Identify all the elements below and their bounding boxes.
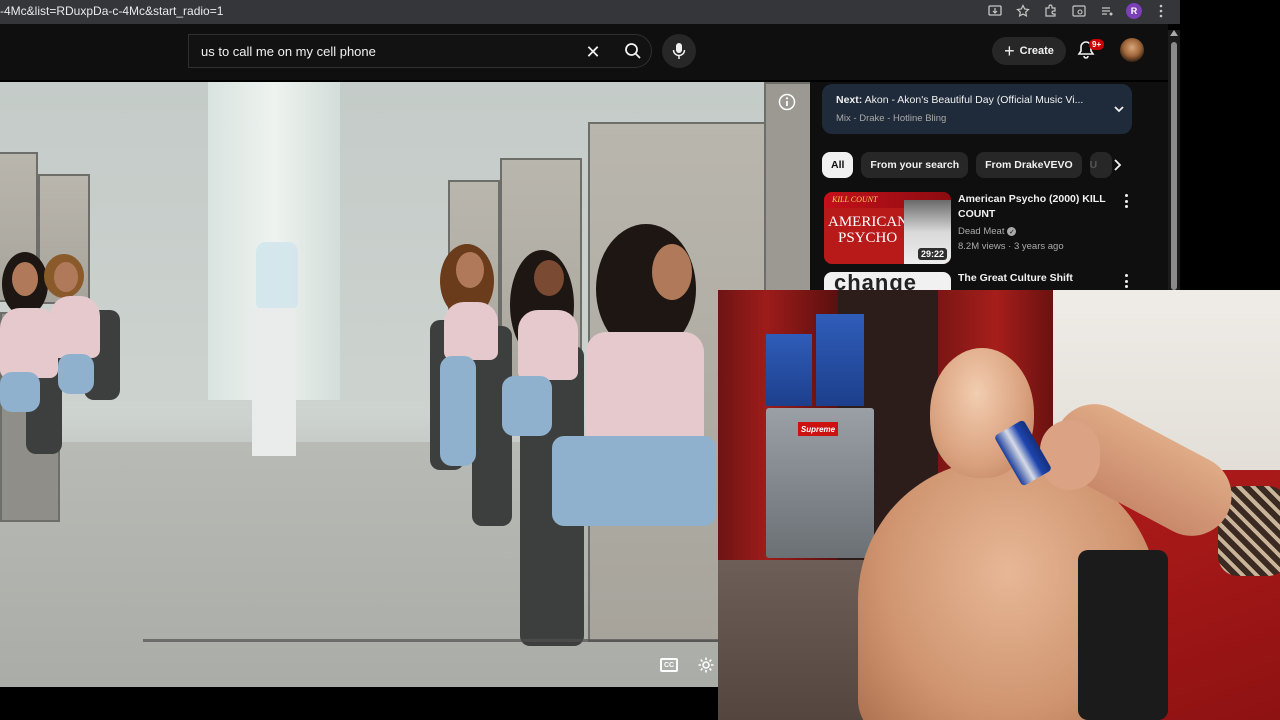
voice-search-button[interactable] [662,34,696,68]
chip-from-drakevevo[interactable]: From DrakeVEVO [976,152,1082,178]
video-title[interactable]: American Psycho (2000) KILL COUNT [958,192,1118,222]
bookmark-star-icon[interactable] [1014,2,1032,20]
info-icon [778,93,796,111]
verified-check-icon: ✓ [1007,227,1017,236]
browser-toolbar: -4Mc&list=RDuxpDa-c-4Mc&start_radio=1 R [0,0,1180,24]
chip-partial[interactable]: U [1089,152,1112,178]
more-actions-icon[interactable] [1120,272,1132,290]
search-icon [625,43,641,59]
profile-avatar[interactable]: R [1126,3,1142,19]
page-scrollbar[interactable] [1168,30,1180,290]
clear-search-icon[interactable]: ✕ [581,40,605,64]
view-count: 8.2M views [958,241,1006,252]
search-button[interactable] [613,35,653,67]
gear-icon [698,657,714,673]
video-thumbnail[interactable]: KILL COUNT AMERICAN PSYCHO 29:22 [824,192,951,264]
supreme-sticker: Supreme [798,422,838,436]
thumbnail-text: PSYCHO [838,230,898,246]
scrollbar-thumb[interactable] [1171,42,1177,290]
up-next-prefix: Next: [836,94,863,106]
microphone-icon [672,43,686,59]
more-actions-icon[interactable] [1120,192,1132,210]
up-next-video-title: Akon - Akon's Beautiful Day (Official Mu… [864,94,1084,106]
beer-case [816,314,864,406]
thumbnail-text: AMERICAN [828,214,909,230]
video-duration: 29:22 [917,248,947,260]
video-title[interactable]: The Great Culture Shift [958,272,1073,284]
beer-case [766,334,812,406]
chevron-down-icon[interactable] [1112,102,1126,116]
search-input[interactable]: us to call me on my cell phone [201,44,376,59]
thumbnail-logo-text: KILL COUNT [832,195,878,204]
browser-menu-icon[interactable] [1152,2,1170,20]
create-button[interactable]: + Create [992,37,1066,65]
dark-fabric [1078,550,1168,720]
video-thumbnail[interactable]: change [824,272,951,290]
up-next-title: Next: Akon - Akon's Beautiful Day (Offic… [836,94,1098,106]
info-button[interactable] [778,93,796,111]
install-app-icon[interactable] [986,2,1004,20]
thumbnail-text: change [834,272,918,290]
person-hand [1040,420,1100,490]
settings-button[interactable] [697,656,715,674]
plus-icon: + [1004,41,1015,61]
extensions-puzzle-icon[interactable] [1042,2,1060,20]
search-box[interactable]: us to call me on my cell phone ✕ [188,34,652,68]
webcam-overlay: Supreme [718,290,1280,720]
address-bar-url[interactable]: -4Mc&list=RDuxpDa-c-4Mc&start_radio=1 [0,4,223,18]
scroll-up-arrow-icon[interactable] [1170,30,1178,36]
right-margin [1180,0,1280,290]
create-label: Create [1019,45,1054,57]
water-cooler [252,308,296,456]
water-cooler-bottle [256,242,298,308]
secondary-panel: Next: Akon - Akon's Beautiful Day (Offic… [810,82,1168,290]
filter-chips: All From your search From DrakeVEVO U [822,152,1112,178]
video-meta: 8.2M views · 3 years ago [958,241,1064,252]
video-player[interactable]: CC [0,82,810,687]
up-next-card[interactable]: Next: Akon - Akon's Beautiful Day (Offic… [822,84,1132,134]
channel-name-text: Dead Meat [958,226,1005,237]
video-progress-bar[interactable] [143,639,719,642]
upload-age: 3 years ago [1013,241,1064,252]
notification-badge: 9+ [1089,39,1105,50]
media-controls-icon[interactable] [1098,2,1116,20]
account-avatar[interactable] [1120,38,1144,62]
channel-name[interactable]: Dead Meat ✓ [958,226,1017,237]
chip-all[interactable]: All [822,152,854,178]
browser-extension-icons: R [986,2,1170,20]
chevron-right-icon[interactable] [1110,158,1124,172]
subtitles-button[interactable]: CC [660,658,678,672]
up-next-subtitle: Mix - Drake - Hotline Bling [836,113,947,124]
bottom-bar [0,687,718,720]
tab-search-icon[interactable] [1070,2,1088,20]
youtube-header: us to call me on my cell phone ✕ + Creat… [0,24,1168,80]
chip-from-your-search[interactable]: From your search [861,152,969,178]
